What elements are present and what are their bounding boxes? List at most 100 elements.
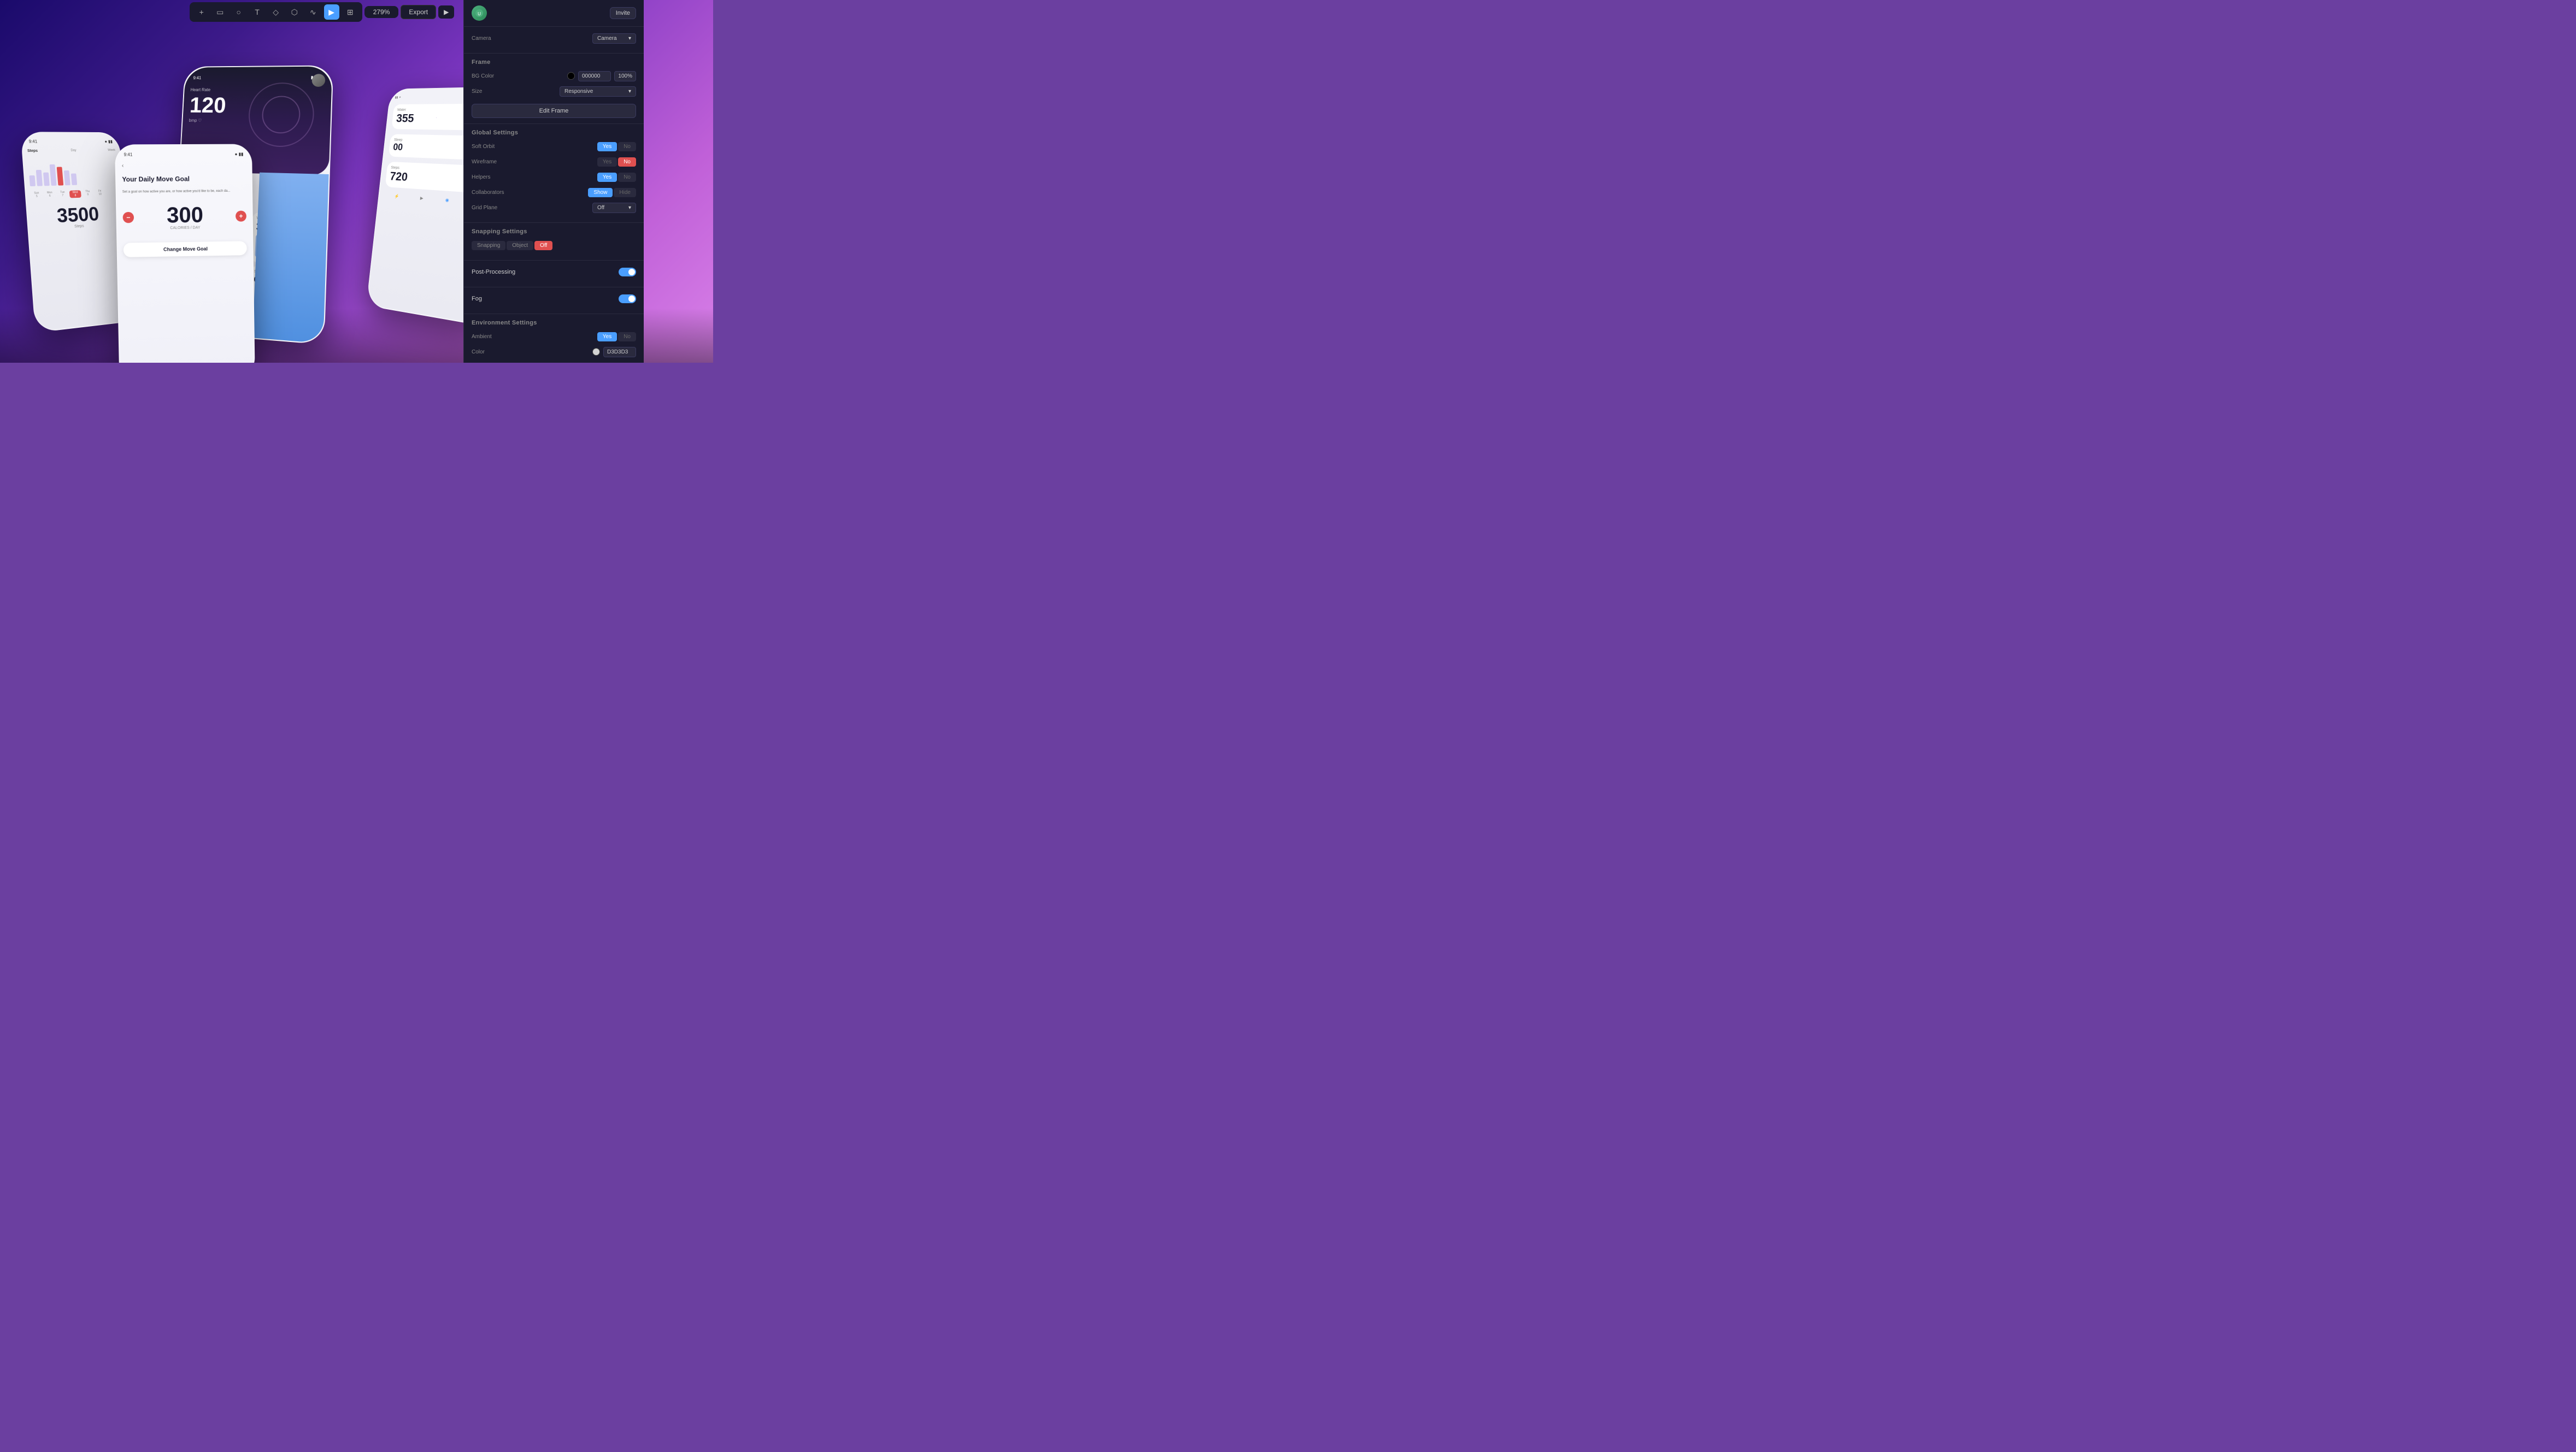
global-settings-section: Global Settings Soft Orbit Yes No Wirefr… <box>464 124 644 223</box>
bg-color-swatch[interactable] <box>567 72 575 80</box>
wireframe-label: Wireframe <box>472 159 504 165</box>
fog-row: Fog <box>472 293 636 305</box>
iso-scene: 9:41 ● ▮▮ Steps Day Week <box>16 30 508 347</box>
invite-button[interactable]: Invite <box>610 7 636 19</box>
right-panel: U Invite Camera Camera ▾ Frame BG Color … <box>463 0 644 363</box>
week-label: Week <box>108 149 115 152</box>
diamond-tool-btn[interactable]: ◇ <box>268 4 284 20</box>
tools-group: + ▭ ○ T ◇ ⬡ ∿ ▶ ⊞ <box>190 2 362 22</box>
chevron-down-icon: ▾ <box>628 36 631 42</box>
ambient-no-btn[interactable]: No <box>618 332 636 341</box>
env-color-controls: D3D3D3 <box>592 347 636 357</box>
ellipse-tool-btn[interactable]: ○ <box>231 4 246 20</box>
edit-frame-button[interactable]: Edit Frame <box>472 104 636 118</box>
steps-label: Steps <box>27 149 38 153</box>
grid-tool-btn[interactable]: ⊞ <box>343 4 358 20</box>
environment-section: Environment Settings Ambient Yes No Colo… <box>464 314 644 363</box>
camera-label: Camera <box>472 36 504 42</box>
camera-row: Camera Camera ▾ <box>472 32 636 44</box>
panel-header: U Invite <box>464 0 644 27</box>
grid-plane-label: Grid Plane <box>472 205 504 211</box>
rectangle-tool-btn[interactable]: ▭ <box>213 4 228 20</box>
size-chevron-icon: ▾ <box>628 88 631 95</box>
camera-select[interactable]: Camera ▾ <box>592 33 636 44</box>
decrease-btn[interactable]: − <box>123 212 134 223</box>
post-processing-label: Post-Processing <box>472 269 515 275</box>
svg-text:U: U <box>478 11 481 16</box>
phone3-avatar <box>311 74 325 87</box>
collaborators-label: Collaborators <box>472 190 504 196</box>
size-label: Size <box>472 88 504 95</box>
wireframe-no-btn[interactable]: No <box>618 157 636 167</box>
intensity-row: Intensity 0.75 <box>472 361 636 363</box>
frame-section: Frame BG Color 000000 100% Size Responsi… <box>464 54 644 124</box>
export-button[interactable]: Export <box>401 5 436 19</box>
object-btn[interactable]: Object <box>507 241 533 250</box>
helpers-toggle: Yes No <box>597 173 636 182</box>
phone3-status: 9:41 ▮▮▮ ✦ <box>191 74 326 81</box>
soft-orbit-no-btn[interactable]: No <box>618 142 636 151</box>
soft-orbit-label: Soft Orbit <box>472 144 504 150</box>
phone3-time: 9:41 <box>193 75 201 80</box>
hex-tool-btn[interactable]: ⬡ <box>287 4 302 20</box>
increase-btn[interactable]: + <box>236 211 246 222</box>
calories-unit: CALORIES / DAY <box>167 226 203 230</box>
size-row: Size Responsive ▾ <box>472 85 636 97</box>
phone1-time: 9:41 <box>28 139 37 144</box>
ambient-toggle: Yes No <box>597 332 636 341</box>
wireframe-yes-btn[interactable]: Yes <box>597 157 617 167</box>
select-tool-btn[interactable]: ▶ <box>324 4 339 20</box>
phone-move-goal: 9:41 ● ▮▮ ‹ Your Daily Move Goal Set a g… <box>115 144 255 363</box>
curve-tool-btn[interactable]: ∿ <box>305 4 321 20</box>
env-color-hex[interactable]: D3D3D3 <box>603 347 636 357</box>
size-select[interactable]: Responsive ▾ <box>560 86 636 97</box>
phone1-icons: ● ▮▮ <box>104 139 113 144</box>
bg-color-hex[interactable]: 000000 <box>578 71 611 81</box>
grid-plane-value: Off <box>597 205 604 211</box>
post-processing-row: Post-Processing <box>472 266 636 278</box>
snapping-btn[interactable]: Snapping <box>472 241 505 250</box>
helpers-no-btn[interactable]: No <box>618 173 636 182</box>
zoom-display: 279% <box>369 8 395 16</box>
ambient-yes-btn[interactable]: Yes <box>597 332 617 341</box>
post-processing-section: Post-Processing <box>464 261 644 287</box>
phone1-nav: Steps Day Week <box>27 149 116 153</box>
ambient-row: Ambient Yes No <box>472 330 636 343</box>
change-goal-btn[interactable]: Change Move Goal <box>123 241 247 257</box>
steps-chart <box>28 158 119 186</box>
phone2-status: 9:41 ● ▮▮ <box>121 151 245 158</box>
fog-label: Fog <box>472 296 504 302</box>
water-card: Water 355 <box>250 212 321 266</box>
collaborators-show-btn[interactable]: Show <box>588 188 613 197</box>
phone1-status: 9:41 ● ▮▮ <box>26 138 115 145</box>
post-processing-toggle[interactable] <box>619 268 636 276</box>
soft-orbit-yes-btn[interactable]: Yes <box>597 142 617 151</box>
soft-orbit-row: Soft Orbit Yes No <box>472 140 636 152</box>
back-arrow: ‹ <box>122 162 246 169</box>
ambient-label: Ambient <box>472 334 504 340</box>
env-color-swatch[interactable] <box>592 348 600 356</box>
wireframe-toggle: Yes No <box>597 157 636 167</box>
size-value: Responsive <box>564 88 593 95</box>
collaborators-hide-btn[interactable]: Hide <box>614 188 636 197</box>
phone2-time: 9:41 <box>124 152 133 157</box>
text-tool-btn[interactable]: T <box>250 4 265 20</box>
grid-plane-select[interactable]: Off ▾ <box>592 203 636 213</box>
fog-toggle[interactable] <box>619 294 636 303</box>
environment-title: Environment Settings <box>472 320 636 326</box>
grid-plane-chevron-icon: ▾ <box>628 205 631 211</box>
env-color-label: Color <box>472 349 504 355</box>
play-button[interactable]: ▶ <box>438 5 454 19</box>
off-btn[interactable]: Off <box>534 241 552 250</box>
wireframe-row: Wireframe Yes No <box>472 156 636 168</box>
bg-opacity[interactable]: 100% <box>614 71 636 81</box>
helpers-label: Helpers <box>472 174 504 180</box>
day-label: Day <box>70 149 77 153</box>
water-viz <box>255 235 272 258</box>
user-avatar: U <box>472 5 487 21</box>
grid-plane-row: Grid Plane Off ▾ <box>472 202 636 214</box>
add-tool-btn[interactable]: + <box>194 4 209 20</box>
steps-big-num: 3500 Steps <box>32 203 123 231</box>
helpers-yes-btn[interactable]: Yes <box>597 173 617 182</box>
calories-display: 300 <box>167 204 203 226</box>
